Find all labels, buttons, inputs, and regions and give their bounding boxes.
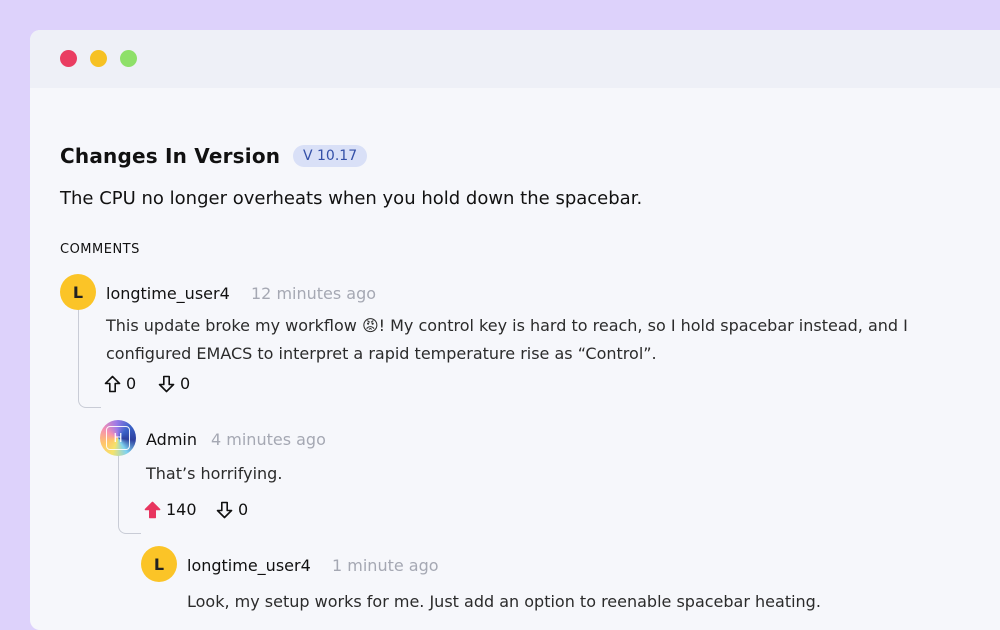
arrow-down-outline-icon	[216, 501, 233, 518]
comment-timestamp: 12 minutes ago	[251, 284, 377, 303]
downvote-button[interactable]: 0	[158, 374, 190, 393]
changelog-panel: Changes In Version V 10.17 The CPU no lo…	[30, 88, 1000, 630]
minimize-window-button[interactable]	[90, 50, 107, 67]
version-badge: V 10.17	[293, 145, 368, 167]
comment-timestamp: 4 minutes ago	[211, 430, 326, 449]
thread-connector	[78, 304, 101, 408]
avatar-initial: L	[153, 554, 165, 574]
comment-body: Look, my setup works for me. Just add an…	[187, 592, 821, 611]
maximize-window-button[interactable]	[120, 50, 137, 67]
comment-body-line: This update broke my workflow 😡! My cont…	[106, 316, 908, 335]
arrow-up-outline-icon	[104, 375, 121, 392]
downvote-count: 0	[180, 374, 191, 393]
upvote-button-active[interactable]: 140	[144, 500, 197, 519]
close-window-button[interactable]	[60, 50, 77, 67]
change-summary: The CPU no longer overheats when you hol…	[60, 188, 643, 209]
upvote-button[interactable]: 0	[104, 374, 136, 393]
avatar[interactable]: L	[60, 274, 96, 310]
thread-connector	[118, 450, 141, 534]
avatar[interactable]: L	[141, 546, 177, 582]
admin-avatar[interactable]: H	[100, 420, 136, 456]
downvote-count: 0	[238, 500, 249, 519]
comment-username[interactable]: longtime_user4	[187, 556, 311, 575]
avatar-initial: L	[72, 282, 84, 302]
page-title: Changes In Version	[60, 144, 281, 168]
downvote-button[interactable]: 0	[216, 500, 248, 519]
arrow-down-outline-icon	[158, 375, 175, 392]
app-window: Changes In Version V 10.17 The CPU no lo…	[30, 30, 1000, 630]
upvote-count: 140	[166, 500, 197, 519]
comment-body-line: configured EMACS to interpret a rapid te…	[106, 344, 657, 363]
comments-heading: COMMENTS	[60, 242, 140, 257]
comment-body: That’s horrifying.	[146, 464, 283, 483]
arrow-up-filled-icon	[144, 501, 161, 518]
comment-timestamp: 1 minute ago	[332, 556, 439, 575]
comment-username[interactable]: longtime_user4	[106, 284, 230, 303]
comment-username[interactable]: Admin	[146, 430, 197, 449]
admin-logo-icon: H	[106, 426, 130, 450]
upvote-count: 0	[126, 374, 137, 393]
title-bar	[30, 30, 1000, 88]
